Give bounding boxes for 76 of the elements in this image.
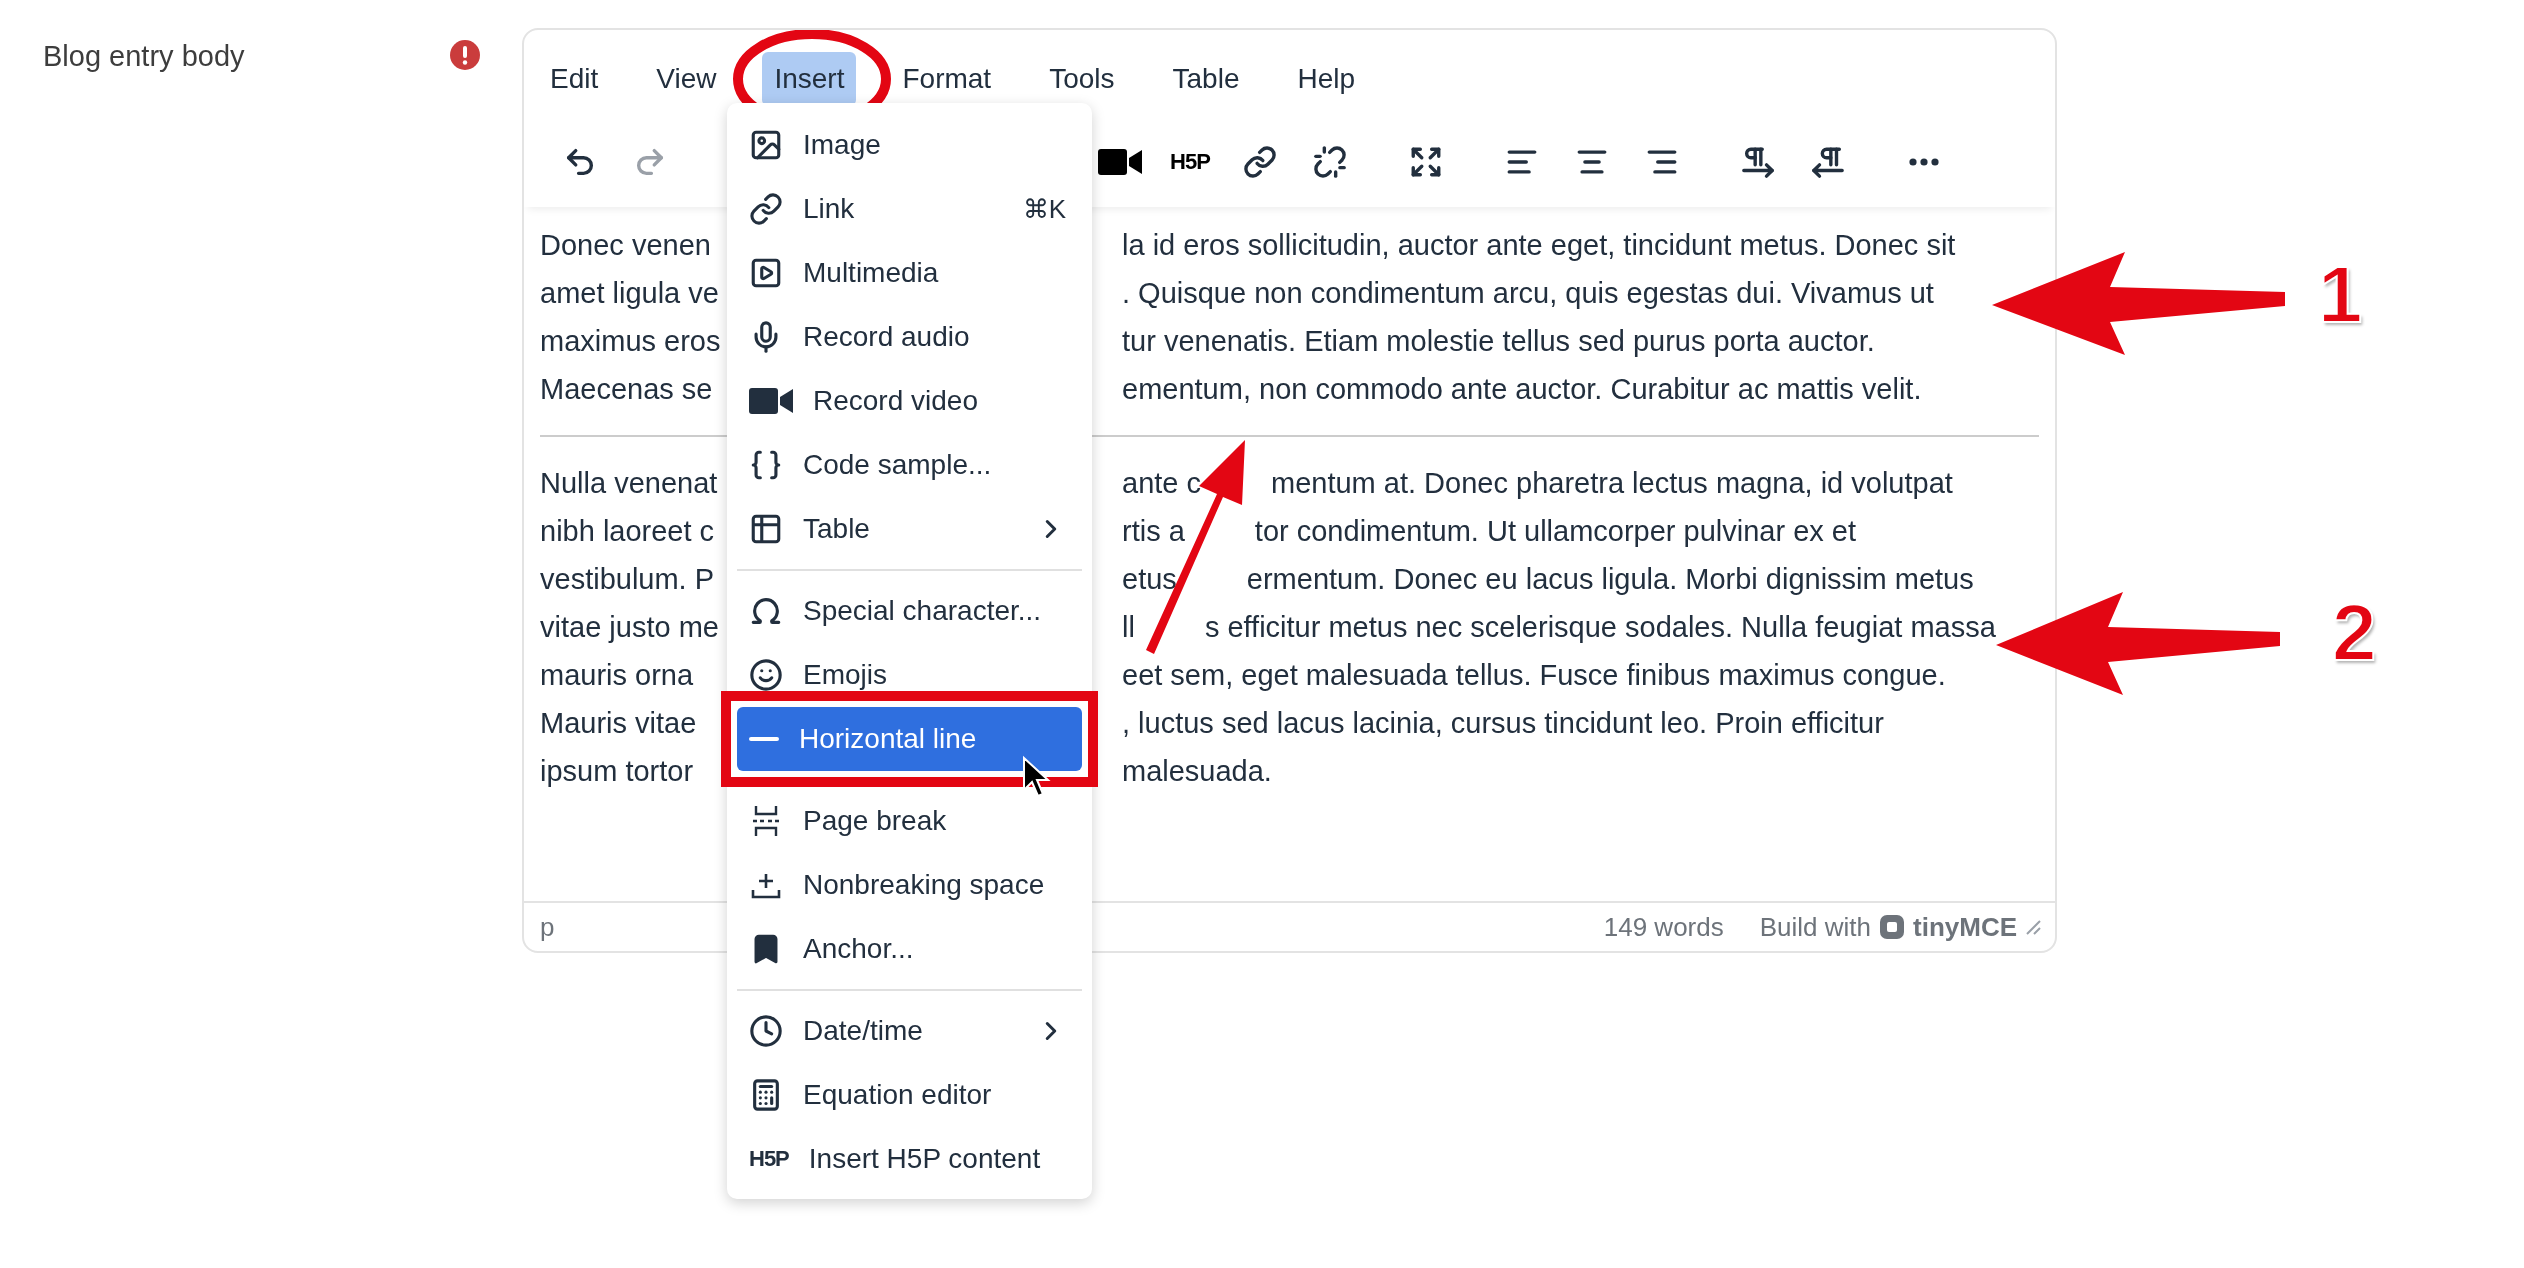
text-line: amet ligula ve — [540, 276, 719, 310]
text-line: ante c — [1122, 466, 1201, 500]
menu-item[interactable]: Page break — [737, 789, 1082, 853]
text-line: s efficitur metus nec scelerisque sodales. Nulla feugiat massa — [1204, 610, 1996, 644]
error-icon — [450, 40, 480, 70]
text-line: la id eros sollicitudin, auctor ante eget, tincidunt metus. Donec sit — [1122, 228, 1956, 262]
shortcut-text: ⌘K — [1022, 193, 1066, 225]
text-line: maximus eros — [540, 324, 721, 358]
cursor-icon — [1023, 755, 1051, 798]
text-line: Maecenas se — [540, 372, 713, 406]
brand-name[interactable]: tinyMCE — [1913, 911, 2017, 943]
image-icon — [749, 128, 783, 162]
left-to-right-icon — [1741, 145, 1775, 179]
logo-icon — [1879, 914, 1905, 940]
text-line: etus — [1122, 562, 1177, 596]
unlink-icon — [1313, 145, 1347, 179]
h5p-button[interactable]: H5P — [1162, 134, 1218, 190]
menu-item[interactable]: Format — [890, 52, 1004, 106]
menu-item[interactable]: Record video — [737, 369, 1082, 433]
text-line: ll — [1122, 610, 1135, 644]
word-count[interactable]: 149 words — [1603, 911, 1724, 943]
text-line: Mauris vitae — [540, 706, 697, 740]
menu-item[interactable]: Special character... — [737, 579, 1082, 643]
menu-item[interactable]: Edit — [538, 52, 611, 106]
branding-text: Build with — [1759, 911, 1871, 943]
menu-item[interactable]: Help — [1285, 52, 1368, 106]
right-to-left-icon — [1811, 145, 1845, 179]
field-label: Blog entry body — [43, 40, 245, 73]
menu-item[interactable]: Image — [737, 113, 1082, 177]
more-icon — [1909, 158, 1939, 166]
menu-item[interactable]: Record audio — [737, 305, 1082, 369]
text-line: , luctus sed lacus lacinia, cursus tincidunt leo. Proin efficitur — [1122, 706, 1884, 740]
video-camera-icon — [1098, 147, 1142, 177]
video-camera-icon — [749, 386, 793, 416]
text-line: ipsum tortor — [540, 754, 694, 788]
link-icon — [749, 192, 783, 226]
text-line: eet sem, eget malesuada tellus. Fusce finibus maximus congue. — [1122, 658, 1946, 692]
braces-icon — [749, 448, 783, 482]
h5p-logo: H5P — [749, 1146, 789, 1172]
text-line: tor condimentum. Ut ullamcorper pulvinar ex et — [1254, 514, 1857, 548]
text-line: malesuada. — [1122, 754, 1272, 788]
text-line: ermentum. Donec eu lacus ligula. Morbi dignissim metus — [1246, 562, 1974, 596]
menu-item[interactable]: Code sample... — [737, 433, 1082, 497]
menu-item[interactable]: Link ⌘K — [737, 177, 1082, 241]
table-icon — [749, 512, 783, 546]
text-line: Donec venen — [540, 228, 711, 262]
menu-item[interactable]: Table — [737, 497, 1082, 561]
fullscreen-icon — [1409, 145, 1443, 179]
text-line: ementum, non commodo ante auctor. Curabitur ac mattis velit. — [1122, 372, 1922, 406]
text-line: vestibulum. P — [540, 562, 715, 596]
menu-item[interactable]: Multimedia — [737, 241, 1082, 305]
text-line: rtis a — [1122, 514, 1185, 548]
clock-icon — [749, 1014, 783, 1048]
text-line: mentum at. Donec pharetra lectus magna, id volutpat — [1271, 466, 1953, 500]
text-line: vitae justo me — [540, 610, 719, 644]
text-line: nibh laoreet c — [540, 514, 715, 548]
play-icon — [749, 256, 783, 290]
link-icon — [1243, 145, 1277, 179]
text-line: mauris orna — [540, 658, 694, 692]
menu-item[interactable]: Insert — [762, 52, 857, 106]
resize-handle-icon[interactable] — [2025, 919, 2041, 935]
menu-item[interactable]: H5P Insert H5P content — [737, 1127, 1082, 1191]
text-line: Nulla venenat — [540, 466, 718, 500]
menu-item[interactable]: Nonbreaking space — [737, 853, 1082, 917]
menu-item[interactable]: Emojis — [737, 643, 1082, 707]
menu-item[interactable]: Horizontal line — [737, 707, 1082, 771]
element-path[interactable]: p — [540, 911, 555, 943]
text-line: tur venenatis. Etiam molestie tellus sed purus porta auctor. — [1122, 324, 1875, 358]
menu-item[interactable]: View — [644, 52, 729, 106]
menu-item[interactable]: Equation editor — [737, 1063, 1082, 1127]
menu-item[interactable]: Tools — [1037, 52, 1127, 106]
menu-item[interactable]: Date/time — [737, 999, 1082, 1063]
text-line: . Quisque non condimentum arcu, quis egestas dui. Vivamus ut — [1122, 276, 1934, 310]
menu-item[interactable]: Table — [1160, 52, 1252, 106]
menu-item[interactable]: Anchor... — [737, 917, 1082, 981]
smiley-icon — [749, 658, 783, 692]
